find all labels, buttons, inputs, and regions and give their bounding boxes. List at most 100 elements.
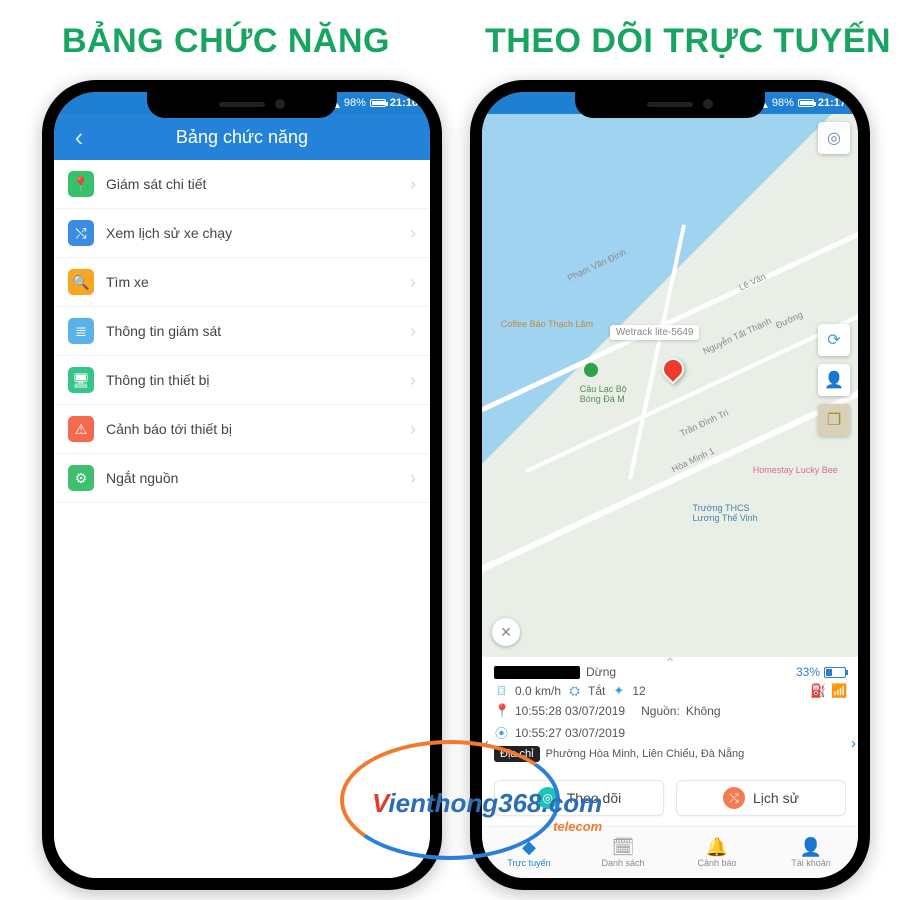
tab-label: Danh sách [601, 858, 644, 868]
clock: 21:16 [390, 97, 418, 109]
device-status: Dừng [586, 665, 616, 679]
next-device-button[interactable]: › [851, 735, 856, 752]
menu-item-label: Cảnh báo tới thiết bị [106, 421, 232, 437]
menu-item-alerts[interactable]: ⚠ Cảnh báo tới thiết bị › [54, 405, 430, 454]
sliders-icon: ⚙ [68, 465, 94, 491]
back-button[interactable]: ‹ [64, 114, 94, 160]
source-label: Nguồn: [641, 704, 680, 718]
layers-button[interactable]: ❐ [818, 404, 850, 436]
tab-bar: ◆ Trực tuyến 🗓 Danh sách 🔔 Cảnh báo 👤 Tà… [482, 826, 858, 878]
menu-item-label: Thông tin giám sát [106, 323, 221, 339]
phone-notch [147, 92, 337, 118]
map-view[interactable]: Phạm Văn Đình Nguyễn Tất Thành Trần Đình… [482, 114, 858, 656]
phone-screen-left: 98% 21:16 ‹ Bảng chức năng 📍 Giám sát ch… [54, 92, 430, 878]
list-icon: ≣ [68, 318, 94, 344]
chevron-right-icon: › [410, 223, 416, 244]
map-poi-icon [584, 363, 598, 377]
acc-value: Tắt [588, 684, 605, 698]
menu-item-poweroff[interactable]: ⚙ Ngắt nguồn › [54, 454, 430, 503]
menu-item-label: Tìm xe [106, 274, 149, 290]
section-title-left: BẢNG CHỨC NĂNG [62, 22, 390, 61]
chevron-right-icon: › [410, 370, 416, 391]
source-value: Không [686, 704, 721, 718]
phone-notch [575, 92, 765, 118]
chevron-right-icon: › [410, 468, 416, 489]
search-icon: 🔍 [68, 269, 94, 295]
tab-label: Tài khoản [791, 858, 831, 868]
page-title: Bảng chức năng [176, 127, 308, 148]
speed-value: 0.0 km/h [515, 684, 561, 698]
history-button[interactable]: ⤭ Lịch sử [676, 780, 846, 816]
tab-account[interactable]: 👤 Tài khoản [764, 827, 858, 878]
title-bar: ‹ Bảng chức năng [54, 114, 430, 160]
prev-device-button[interactable]: ‹ [484, 735, 489, 752]
user-icon: 👤 [800, 838, 822, 856]
fuel-icon: ⛽ [810, 683, 825, 699]
menu-item-history[interactable]: ⤭ Xem lịch sử xe chạy › [54, 209, 430, 258]
sat-value: 12 [632, 684, 645, 698]
clock: 21:17 [818, 97, 846, 109]
device-tag[interactable]: Wetrack lite-5649 [610, 325, 700, 340]
refresh-button[interactable]: ⟳ [818, 324, 850, 356]
signal-time: 10:55:27 03/07/2019 [515, 726, 625, 740]
phone-screen-right: 98% 21:17 Phạm Văn Đình Nguyễn Tất Thành… [482, 92, 858, 878]
user-button[interactable]: 👤 [818, 364, 850, 396]
menu-item-label: Thông tin thiết bị [106, 372, 210, 388]
menu-item-device-info[interactable]: 🖥 Thông tin thiết bị › [54, 356, 430, 405]
alert-icon: ⚠ [68, 416, 94, 442]
info-card: ⌃ ‹ › Dừng 33% ⌼ 0.0 km/h ⛭ Tắt ✦ 12 ⛽ 📶 [482, 656, 858, 772]
button-label: Theo dõi [567, 790, 621, 806]
tab-list[interactable]: 🗓 Danh sách [576, 827, 670, 878]
gps-time: 10:55:28 03/07/2019 [515, 704, 625, 718]
button-label: Lịch sử [753, 790, 799, 806]
action-buttons: ◎ Theo dõi ⤭ Lịch sử [482, 772, 858, 826]
diamond-icon: ◆ [522, 838, 536, 856]
crosshair-icon: ◎ [537, 787, 559, 809]
address-chip: Địa chỉ [494, 746, 540, 762]
broadcast-icon: ⦿ [494, 723, 509, 742]
battery-pct: 98% [772, 97, 794, 109]
route-icon: ⤭ [723, 787, 745, 809]
signal-icon: 📶 [831, 683, 846, 699]
phone-frame-left: 98% 21:16 ‹ Bảng chức năng 📍 Giám sát ch… [42, 80, 442, 890]
chevron-right-icon: › [410, 174, 416, 195]
calendar-icon: 🗓 [612, 838, 635, 856]
section-title-right: THEO DÕI TRỰC TUYẾN [485, 22, 891, 61]
menu-item-label: Xem lịch sử xe chạy [106, 225, 232, 241]
tab-alerts[interactable]: 🔔 Cảnh báo [670, 827, 764, 878]
battery-icon [370, 99, 386, 107]
menu-item-label: Giám sát chi tiết [106, 176, 206, 192]
locate-button[interactable]: ◎ [818, 122, 850, 154]
battery-icon [824, 667, 846, 678]
tab-label: Cảnh báo [697, 858, 736, 868]
function-menu: 📍 Giám sát chi tiết › ⤭ Xem lịch sử xe c… [54, 160, 430, 878]
chevron-right-icon: › [410, 272, 416, 293]
menu-item-monitor-info[interactable]: ≣ Thông tin giám sát › [54, 307, 430, 356]
map-poi-label: Trường THCS Lương Thế Vinh [693, 504, 758, 524]
tab-online[interactable]: ◆ Trực tuyến [482, 827, 576, 878]
battery-icon [798, 99, 814, 107]
expand-handle[interactable]: ⌃ [664, 655, 676, 672]
pin-icon: 📍 [68, 171, 94, 197]
satellite-icon: ✦ [611, 683, 626, 699]
map-poi-label: Câu Lạc Bộ Bóng Đá M [580, 385, 627, 405]
bell-icon: 🔔 [706, 838, 728, 856]
menu-item-monitor[interactable]: 📍 Giám sát chi tiết › [54, 160, 430, 209]
chevron-right-icon: › [410, 419, 416, 440]
device-battery: 33% [796, 665, 846, 679]
close-button[interactable]: ✕ [492, 618, 520, 646]
map-poi-label: Homestay Lucky Bee [753, 466, 838, 476]
tab-label: Trực tuyến [507, 858, 550, 868]
address-value: Phường Hòa Minh, Liên Chiểu, Đà Nẵng [546, 748, 745, 760]
follow-button[interactable]: ◎ Theo dõi [494, 780, 664, 816]
menu-item-label: Ngắt nguồn [106, 470, 178, 486]
map-poi-label: Coffee Bảo Thạch Lâm [501, 320, 593, 330]
device-name-hidden [494, 666, 580, 679]
location-icon: 📍 [494, 703, 509, 719]
speedometer-icon: ⌼ [494, 683, 509, 699]
device-icon: 🖥 [68, 367, 94, 393]
battery-pct: 98% [344, 97, 366, 109]
device-pin-icon[interactable] [662, 358, 686, 382]
phone-frame-right: 98% 21:17 Phạm Văn Đình Nguyễn Tất Thành… [470, 80, 870, 890]
menu-item-find[interactable]: 🔍 Tìm xe › [54, 258, 430, 307]
